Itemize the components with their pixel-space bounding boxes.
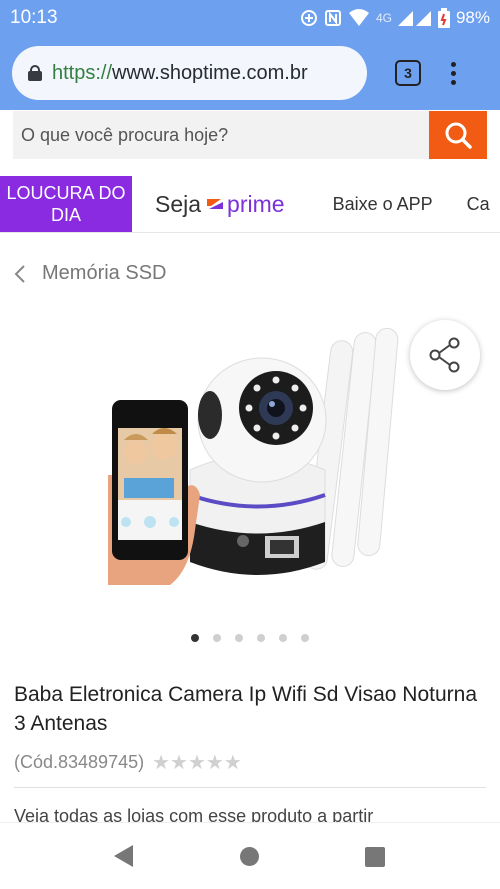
prime-label: prime <box>227 190 285 217</box>
carousel-dot[interactable] <box>279 634 287 642</box>
search-box <box>13 111 487 159</box>
search-input[interactable] <box>13 124 423 146</box>
url-scheme: https:// <box>52 61 113 84</box>
seja-prime-link[interactable]: Seja prime <box>155 191 285 218</box>
status-time: 10:13 <box>10 7 58 28</box>
battery-level: 98% <box>455 8 490 27</box>
carousel-dot[interactable] <box>257 634 265 642</box>
system-navigation <box>0 822 500 889</box>
data-saver-icon <box>300 10 317 26</box>
loucura-do-dia-link[interactable]: LOUCURA DO DIA <box>0 176 132 232</box>
share-button[interactable] <box>410 320 480 390</box>
status-icons: 4G 98% <box>300 8 490 28</box>
tab-switcher-button[interactable]: 3 <box>395 60 421 86</box>
product-title: Baba Eletronica Camera Ip Wifi Sd Visao … <box>14 683 478 735</box>
browser-toolbar: https://www.shoptime.com.br 3 <box>0 36 500 110</box>
prime-logo-icon <box>207 199 224 209</box>
divider <box>14 787 486 788</box>
signal-icon <box>397 11 431 26</box>
recents-icon[interactable] <box>365 847 385 867</box>
product-code: (Cód.83489745) <box>14 752 145 772</box>
wifi-icon <box>348 9 369 26</box>
nav-link-cut[interactable]: Ca <box>467 194 490 215</box>
promo-nav: LOUCURA DO DIA Seja prime Baixe o APP Ca <box>0 176 500 233</box>
search-icon <box>445 122 472 149</box>
url-text[interactable]: https://www.shoptime.com.br <box>52 62 308 85</box>
phone-in-hand <box>108 400 200 585</box>
home-icon[interactable] <box>240 847 259 866</box>
breadcrumb-label: Memória SSD <box>42 262 167 284</box>
url-bar[interactable]: https://www.shoptime.com.br <box>12 46 367 100</box>
share-icon <box>429 337 460 373</box>
battery-icon <box>437 8 450 28</box>
carousel-dot[interactable] <box>213 634 221 642</box>
baixe-app-link[interactable]: Baixe o APP <box>333 194 433 215</box>
back-icon[interactable] <box>114 845 133 867</box>
carousel-dot[interactable] <box>235 634 243 642</box>
status-bar: 10:13 4G 98% <box>0 0 500 36</box>
browser-menu-icon[interactable] <box>451 61 456 85</box>
carousel-dot[interactable] <box>301 634 309 642</box>
network-type: 4G <box>375 11 392 25</box>
product-meta: (Cód.83489745) ★★★★★ <box>14 750 242 775</box>
lock-icon <box>28 65 42 81</box>
carousel-dot[interactable] <box>191 634 199 642</box>
chevron-left-icon <box>14 264 25 283</box>
seja-label: Seja <box>155 190 202 217</box>
search-button[interactable] <box>429 111 487 159</box>
carousel-dots <box>0 634 500 642</box>
camera <box>189 357 327 575</box>
breadcrumb[interactable]: Memória SSD <box>14 262 166 285</box>
nfc-icon <box>324 10 341 26</box>
rating-stars[interactable]: ★★★★★ <box>152 750 242 775</box>
url-domain: www.shoptime.com.br <box>112 61 308 84</box>
